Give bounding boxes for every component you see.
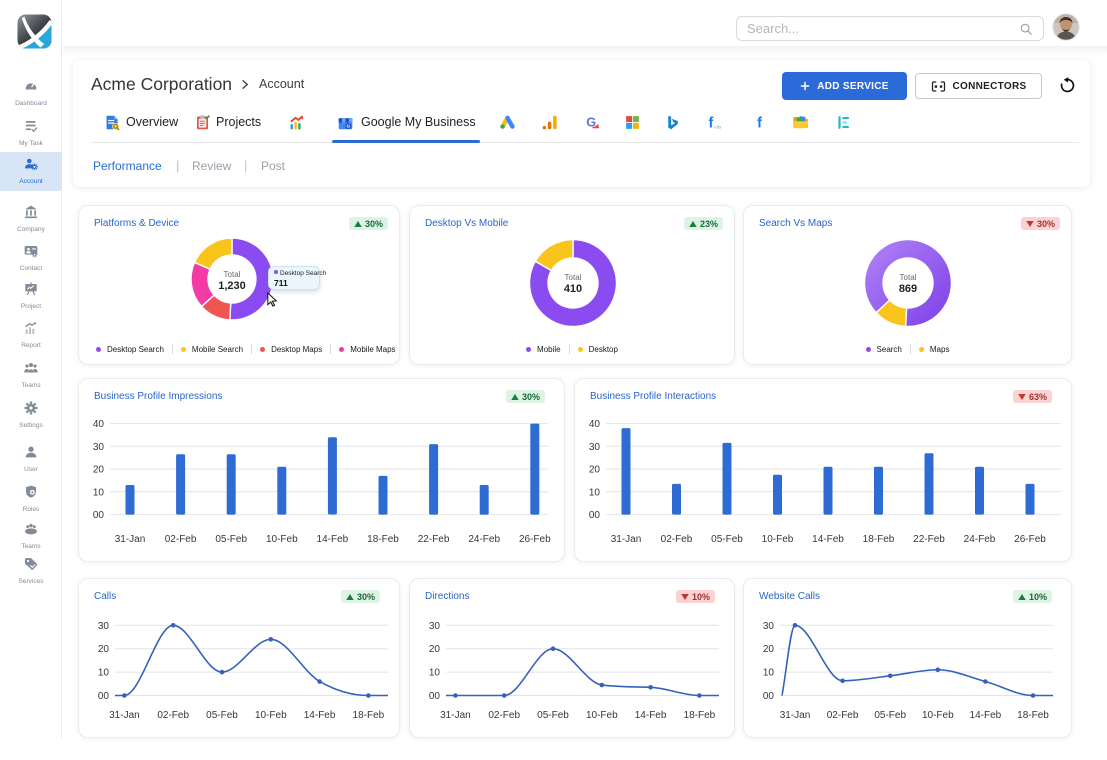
svg-text:14-Feb: 14-Feb [304, 710, 336, 721]
svg-text:05-Feb: 05-Feb [537, 710, 569, 721]
svg-text:30: 30 [763, 621, 775, 632]
svg-text:24-Feb: 24-Feb [468, 534, 500, 545]
svg-text:31-Jan: 31-Jan [780, 710, 811, 721]
svg-text:26-Feb: 26-Feb [1014, 534, 1046, 545]
svg-text:05-Feb: 05-Feb [874, 710, 906, 721]
svg-text:00: 00 [93, 510, 105, 521]
svg-text:14-Feb: 14-Feb [317, 534, 349, 545]
svg-text:40: 40 [589, 419, 601, 430]
svg-text:05-Feb: 05-Feb [215, 534, 247, 545]
svg-text:02-Feb: 02-Feb [661, 534, 693, 545]
svg-text:31-Jan: 31-Jan [440, 710, 471, 721]
svg-text:10: 10 [93, 487, 105, 498]
svg-text:30: 30 [589, 442, 601, 453]
svg-text:24-Feb: 24-Feb [964, 534, 996, 545]
svg-text:18-Feb: 18-Feb [684, 710, 716, 721]
svg-text:30: 30 [93, 442, 105, 453]
svg-text:20: 20 [429, 644, 441, 655]
svg-text:10: 10 [589, 487, 601, 498]
svg-text:f: f [757, 116, 762, 131]
svg-text:10-Feb: 10-Feb [255, 710, 287, 721]
svg-text:f: f [709, 116, 714, 131]
svg-text:02-Feb: 02-Feb [827, 710, 859, 721]
svg-text:10: 10 [98, 668, 110, 679]
svg-text:18-Feb: 18-Feb [1017, 710, 1049, 721]
svg-text:00: 00 [98, 691, 110, 702]
svg-text:20: 20 [98, 644, 110, 655]
svg-text:10-Feb: 10-Feb [266, 534, 298, 545]
svg-text:18-Feb: 18-Feb [367, 534, 399, 545]
svg-text:02-Feb: 02-Feb [488, 710, 520, 721]
svg-text:22-Feb: 22-Feb [913, 534, 945, 545]
svg-text:22-Feb: 22-Feb [418, 534, 450, 545]
svg-text:10: 10 [429, 668, 441, 679]
svg-text:20: 20 [93, 465, 105, 476]
svg-text:05-Feb: 05-Feb [711, 534, 743, 545]
svg-text:00: 00 [589, 510, 601, 521]
svg-text:10-Feb: 10-Feb [922, 710, 954, 721]
svg-text:30: 30 [429, 621, 441, 632]
svg-text:14-Feb: 14-Feb [970, 710, 1002, 721]
svg-text:26-Feb: 26-Feb [519, 534, 551, 545]
svg-text:10-Feb: 10-Feb [586, 710, 618, 721]
svg-text:14-Feb: 14-Feb [812, 534, 844, 545]
svg-text:18-Feb: 18-Feb [863, 534, 895, 545]
svg-text:02-Feb: 02-Feb [165, 534, 197, 545]
svg-text:14-Feb: 14-Feb [635, 710, 667, 721]
svg-text:10: 10 [763, 668, 775, 679]
svg-text:05-Feb: 05-Feb [206, 710, 238, 721]
svg-text:02-Feb: 02-Feb [157, 710, 189, 721]
svg-text:30: 30 [98, 621, 110, 632]
svg-text:20: 20 [589, 465, 601, 476]
svg-text:10-Feb: 10-Feb [762, 534, 794, 545]
svg-text:00: 00 [763, 691, 775, 702]
svg-text:31-Jan: 31-Jan [109, 710, 140, 721]
svg-text:G: G [346, 124, 350, 129]
svg-text:31-Jan: 31-Jan [611, 534, 642, 545]
svg-text:Ads: Ads [714, 124, 722, 129]
svg-text:40: 40 [93, 419, 105, 430]
svg-text:20: 20 [763, 644, 775, 655]
svg-text:18-Feb: 18-Feb [353, 710, 385, 721]
svg-text:00: 00 [429, 691, 441, 702]
svg-text:31-Jan: 31-Jan [115, 534, 146, 545]
